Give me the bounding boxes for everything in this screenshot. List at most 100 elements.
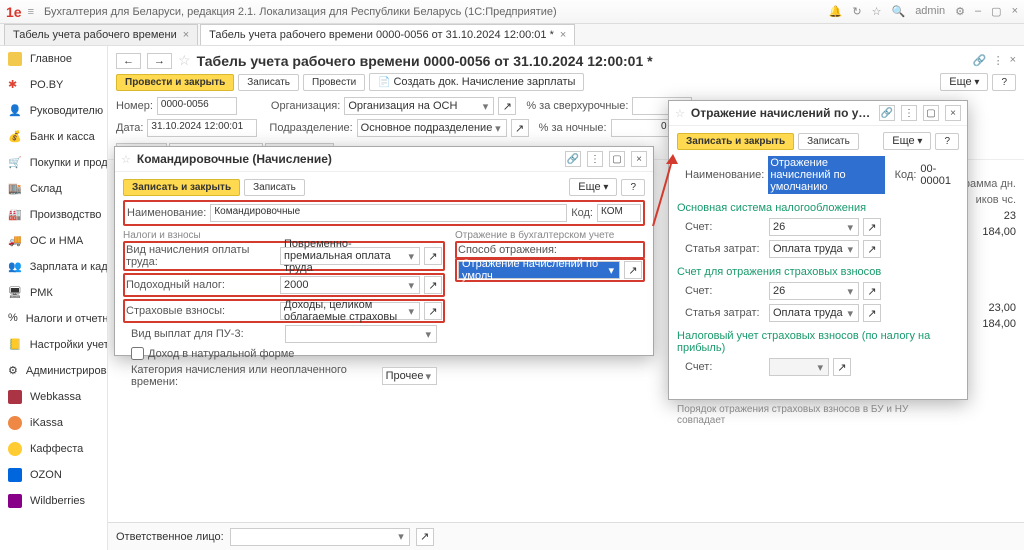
close-icon[interactable]: ×: [1012, 5, 1018, 18]
write-button[interactable]: Записать: [244, 179, 305, 196]
acct-select[interactable]: 26▾: [769, 218, 859, 236]
user-name[interactable]: admin: [915, 5, 945, 18]
max-icon[interactable]: ▢: [609, 151, 625, 167]
dept-select[interactable]: Основное подразделение▾: [357, 119, 507, 137]
open-ref-icon[interactable]: ↗: [424, 302, 442, 320]
sidebar-item[interactable]: iKassa: [0, 410, 107, 436]
tab-0[interactable]: Табель учета рабочего времени×: [4, 24, 198, 45]
star-icon[interactable]: ☆: [178, 52, 191, 69]
open-ref-icon[interactable]: ↗: [863, 282, 881, 300]
sidebar-item[interactable]: 💰Банк и касса: [0, 124, 107, 150]
kind-select[interactable]: Повременно-премиальная оплата труда▾: [280, 247, 420, 265]
open-ref-icon[interactable]: ↗: [833, 358, 851, 376]
minimize-icon[interactable]: –: [975, 5, 981, 18]
pc-night-input[interactable]: 0: [611, 119, 671, 137]
name-input[interactable]: Командировочные: [210, 204, 567, 222]
ins-select[interactable]: Доходы, целиком облагаемые страховы▾: [280, 302, 420, 320]
open-ref-icon[interactable]: ↗: [863, 240, 881, 258]
sidebar-item[interactable]: Webkassa: [0, 384, 107, 410]
sidebar-item[interactable]: 👥Зарплата и кадры: [0, 254, 107, 280]
sidebar-item[interactable]: %Налоги и отчетность: [0, 306, 107, 332]
help-button[interactable]: ?: [935, 133, 959, 150]
date-input[interactable]: 31.10.2024 12:00:01: [147, 119, 257, 137]
sidebar-item[interactable]: Каффеста: [0, 436, 107, 462]
cost-select[interactable]: Оплата труда▾: [769, 240, 859, 258]
resp-select[interactable]: ▾: [230, 528, 410, 546]
cat-select[interactable]: Прочее▾: [382, 367, 437, 385]
more-button[interactable]: Еще ▾: [569, 178, 617, 196]
open-ref-icon[interactable]: ↗: [624, 261, 642, 279]
bell-icon[interactable]: 🔔: [829, 5, 843, 18]
create-doc-button[interactable]: 📄 Создать док. Начисление зарплаты: [369, 73, 584, 91]
menu-icon[interactable]: ≡: [28, 6, 34, 18]
method-select[interactable]: Отражение начислений по умолч▾: [458, 261, 620, 279]
tab-close-icon[interactable]: ×: [560, 29, 566, 41]
settings-icon[interactable]: ⚙: [955, 5, 965, 18]
help-button[interactable]: ?: [621, 179, 645, 196]
sidebar-item[interactable]: ✱РО.BY: [0, 72, 107, 98]
collapse-icon[interactable]: ⋮: [587, 151, 603, 167]
close-doc-icon[interactable]: ×: [1010, 54, 1016, 67]
sidebar-item[interactable]: 🏬Склад: [0, 176, 107, 202]
natural-checkbox[interactable]: [131, 347, 144, 360]
save-close-button[interactable]: Записать и закрыть: [123, 179, 240, 196]
sidebar-item[interactable]: Wildberries: [0, 488, 107, 514]
history-icon[interactable]: ↻: [852, 5, 861, 18]
sidebar-item[interactable]: 👤Руководителю: [0, 98, 107, 124]
sidebar-item[interactable]: 🚚ОС и НМА: [0, 228, 107, 254]
nav-back[interactable]: ←: [116, 53, 141, 69]
app-logo: 1e: [6, 4, 22, 20]
sidebar-item[interactable]: 📒Настройки учета: [0, 332, 107, 358]
help-button[interactable]: ?: [992, 74, 1016, 91]
search-icon[interactable]: 🔍: [891, 5, 905, 18]
write-button[interactable]: Записать: [238, 74, 299, 91]
open-ref-icon[interactable]: ↗: [511, 119, 529, 137]
open-ref-icon[interactable]: ↗: [424, 247, 442, 265]
acct2-select[interactable]: 26▾: [769, 282, 859, 300]
favorite-icon[interactable]: ☆: [872, 5, 882, 18]
maximize-icon[interactable]: ▢: [991, 5, 1001, 18]
close-icon[interactable]: ×: [631, 151, 647, 167]
cost2-select[interactable]: Оплата труда▾: [769, 304, 859, 322]
close-icon[interactable]: ×: [945, 105, 961, 121]
open-ref-icon[interactable]: ↗: [863, 304, 881, 322]
write-button[interactable]: Записать: [798, 133, 859, 150]
link-icon[interactable]: 🔗: [879, 105, 895, 121]
link-icon[interactable]: 🔗: [973, 54, 987, 67]
number-input[interactable]: 0000-0056: [157, 97, 237, 115]
more-button[interactable]: Еще ▾: [940, 73, 988, 91]
open-ref-icon[interactable]: ↗: [498, 97, 516, 115]
sidebar-item[interactable]: 🛒Покупки и продажи: [0, 150, 107, 176]
app-title: Бухгалтерия для Беларуси, редакция 2.1. …: [44, 6, 829, 18]
link-icon[interactable]: 🔗: [565, 151, 581, 167]
star-icon[interactable]: ☆: [121, 153, 131, 166]
collapse-icon[interactable]: ⋮: [901, 105, 917, 121]
sidebar-item[interactable]: 🖥РМК: [0, 280, 107, 306]
pu3-select[interactable]: ▾: [285, 325, 437, 343]
open-ref-icon[interactable]: ↗: [424, 276, 442, 294]
doc-title: Табель учета рабочего времени 0000-0056 …: [197, 53, 967, 69]
save-close-button[interactable]: Записать и закрыть: [677, 133, 794, 150]
star-icon[interactable]: ☆: [675, 107, 685, 120]
more-button[interactable]: Еще ▾: [883, 132, 931, 150]
resp-label: Ответственное лицо:: [116, 531, 224, 543]
nav-fwd[interactable]: →: [147, 53, 172, 69]
open-ref-icon[interactable]: ↗: [416, 528, 434, 546]
code-input[interactable]: КОМ: [597, 204, 641, 222]
sidebar-item[interactable]: OZON: [0, 462, 107, 488]
grid-fragment: рамма дн. иков чс. 23 184,00 23,00 184,0…: [964, 176, 1016, 332]
tab-1[interactable]: Табель учета рабочего времени 0000-0056 …: [200, 24, 575, 45]
income-select[interactable]: 2000▾: [280, 276, 420, 294]
post-button[interactable]: Провести: [303, 74, 365, 91]
sidebar-item[interactable]: 🏭Производство: [0, 202, 107, 228]
tab-close-icon[interactable]: ×: [183, 29, 189, 41]
open-ref-icon[interactable]: ↗: [863, 218, 881, 236]
sidebar-item[interactable]: Главное: [0, 46, 107, 72]
max-icon[interactable]: ▢: [923, 105, 939, 121]
collapse-icon[interactable]: ⋮: [993, 54, 1004, 67]
name-input[interactable]: Отражение начислений по умолчанию: [768, 156, 884, 194]
sidebar-item[interactable]: ⚙Администрирование: [0, 358, 107, 384]
org-select[interactable]: Организация на ОСН▾: [344, 97, 494, 115]
acct3-select[interactable]: ▾: [769, 358, 829, 376]
post-close-button[interactable]: Провести и закрыть: [116, 74, 234, 91]
